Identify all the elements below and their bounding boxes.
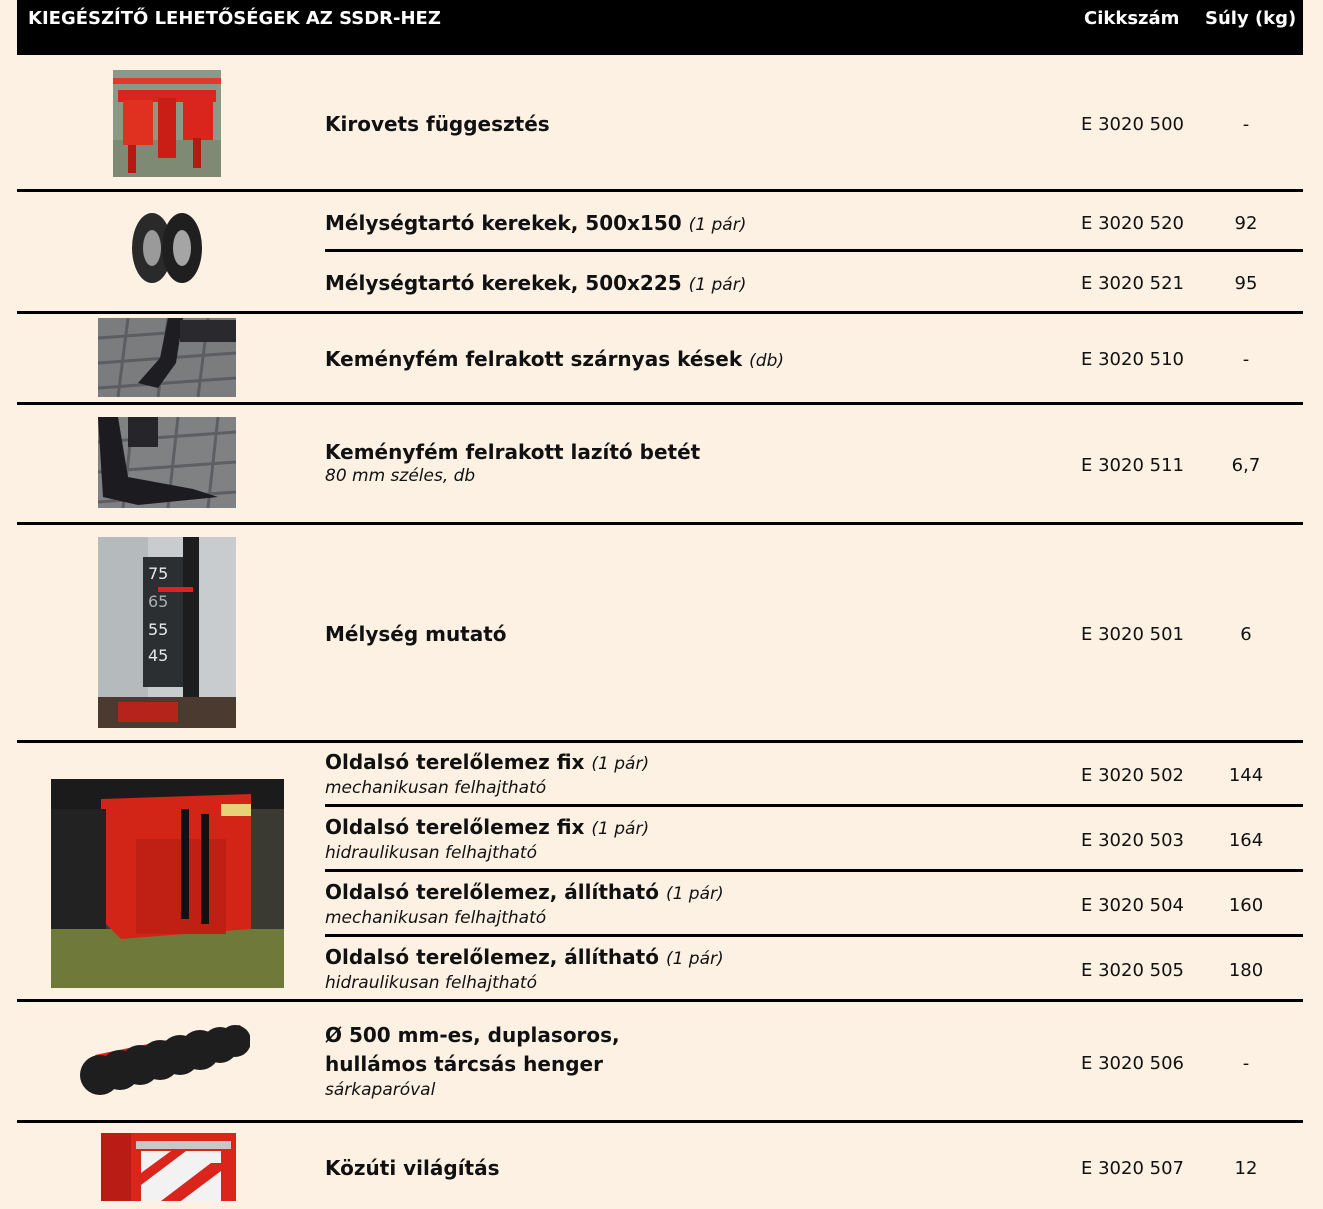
gauge-mark: 55 — [148, 620, 168, 639]
row-divider — [17, 999, 1303, 1002]
item-code: E 3020 503 — [1081, 830, 1184, 851]
column-header-weight: Súly (kg) — [1205, 8, 1297, 29]
gauge-mark: 65 — [148, 592, 168, 611]
row-divider — [17, 402, 1303, 405]
item-code: E 3020 501 — [1081, 624, 1184, 645]
product-image-disc-roller — [75, 1015, 250, 1105]
item-code: E 3020 505 — [1081, 960, 1184, 981]
item-name: Oldalsó terelőlemez, állítható (1 pár) me… — [325, 880, 724, 928]
item-weight: 164 — [1228, 830, 1264, 851]
item-code: E 3020 520 — [1081, 213, 1184, 234]
item-name: Oldalsó terelőlemez fix (1 pár) hidraulik… — [325, 815, 650, 863]
item-code: E 3020 504 — [1081, 895, 1184, 916]
item-name: Kirovets függesztés — [325, 112, 550, 136]
item-name: Oldalsó terelőlemez fix (1 pár) mechaniku… — [325, 750, 650, 798]
item-weight: 180 — [1228, 960, 1264, 981]
item-subtitle: hidraulikusan felhajtható — [325, 843, 537, 863]
item-code: E 3020 500 — [1081, 114, 1184, 135]
product-image-depth-gauge: 75 65 55 45 — [98, 537, 236, 728]
row-divider — [325, 249, 1303, 252]
item-weight: - — [1242, 349, 1250, 370]
item-name: Ø 500 mm-es, duplasoros, hullámos tárcsás… — [325, 1023, 620, 1100]
item-code: E 3020 507 — [1081, 1158, 1184, 1179]
product-image-wing-blades — [98, 318, 236, 397]
item-weight: - — [1242, 1053, 1250, 1074]
table-header: KIEGÉSZÍTŐ LEHETŐSÉGEK AZ SSDR-HEZ Cikks… — [17, 0, 1303, 55]
item-code: E 3020 506 — [1081, 1053, 1184, 1074]
product-image-depth-wheels — [127, 210, 207, 286]
gauge-mark: 75 — [148, 564, 168, 583]
item-subtitle: mechanikusan felhajtható — [325, 908, 547, 928]
product-image-kirovets-hitch — [113, 70, 221, 177]
item-name: Mélységtartó kerekek, 500x150 (1 pár) — [325, 211, 747, 235]
item-weight: 12 — [1234, 1158, 1258, 1179]
item-weight: 6 — [1240, 624, 1252, 645]
product-image-road-lighting — [101, 1133, 236, 1201]
item-name: Közúti világítás — [325, 1156, 500, 1180]
item-name: Keményfém felrakott szárnyas kések (db) — [325, 347, 784, 371]
row-divider — [17, 1120, 1303, 1123]
item-code: E 3020 521 — [1081, 273, 1184, 294]
row-divider — [325, 869, 1303, 872]
item-code: E 3020 511 — [1081, 455, 1184, 476]
item-subtitle: mechanikusan felhajtható — [325, 778, 547, 798]
row-divider — [17, 740, 1303, 743]
item-code: E 3020 510 — [1081, 349, 1184, 370]
item-weight: 6,7 — [1231, 455, 1261, 476]
item-weight: 95 — [1234, 273, 1258, 294]
gauge-mark: 45 — [148, 646, 168, 665]
item-name: Mélység mutató — [325, 622, 507, 646]
row-divider — [17, 189, 1303, 192]
item-weight: - — [1242, 114, 1250, 135]
item-subtitle: 80 mm széles, db — [325, 466, 476, 486]
product-image-loosening-insert — [98, 417, 236, 508]
item-name: Mélységtartó kerekek, 500x225 (1 pár) — [325, 271, 747, 295]
column-header-code: Cikkszám — [1084, 8, 1180, 29]
product-image-side-deflector — [51, 779, 284, 988]
item-name: Keményfém felrakott lazító betét 80 mm sz… — [325, 440, 701, 486]
item-weight: 144 — [1228, 765, 1264, 786]
item-weight: 160 — [1228, 895, 1264, 916]
row-divider — [17, 311, 1303, 314]
table-title: KIEGÉSZÍTŐ LEHETŐSÉGEK AZ SSDR-HEZ — [28, 8, 441, 29]
item-weight: 92 — [1234, 213, 1258, 234]
row-divider — [325, 934, 1303, 937]
item-subtitle: hidraulikusan felhajtható — [325, 973, 537, 993]
row-divider — [17, 522, 1303, 525]
item-name: Oldalsó terelőlemez, állítható (1 pár) hi… — [325, 945, 724, 993]
item-subtitle: sárkaparóval — [325, 1080, 436, 1100]
item-code: E 3020 502 — [1081, 765, 1184, 786]
row-divider — [325, 804, 1303, 807]
